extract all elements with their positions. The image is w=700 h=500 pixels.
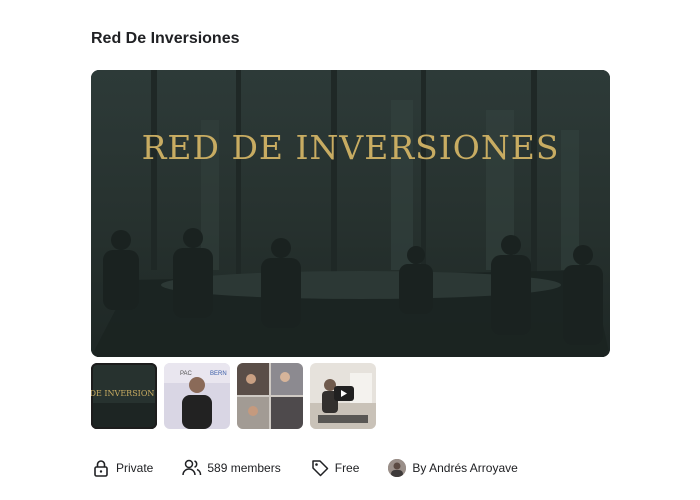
group-meta: Private 589 members Free By Andrés Arroy…: [91, 458, 518, 478]
tag-icon: [310, 458, 330, 478]
avatar: [388, 459, 407, 477]
thumbnail-banner[interactable]: DE INVERSION: [91, 363, 157, 429]
svg-text:PAC: PAC: [180, 371, 193, 377]
hero-background: [91, 70, 610, 357]
thumbnail-video[interactable]: [310, 363, 376, 429]
lock-icon: [91, 458, 111, 478]
hero-image[interactable]: RED DE INVERSIONES: [91, 70, 610, 357]
thumbnail-collage[interactable]: [237, 363, 303, 429]
price-info: Free: [310, 458, 360, 478]
members-count: 589 members: [207, 461, 281, 475]
privacy-info: Private: [91, 458, 153, 478]
hero-title: RED DE INVERSIONES: [141, 128, 560, 167]
svg-text:BERN: BERN: [210, 371, 227, 377]
privacy-label: Private: [116, 461, 154, 475]
price-label: Free: [334, 461, 360, 475]
group-title: Red De Inversiones: [91, 30, 240, 47]
members-info: 589 members: [182, 458, 281, 478]
thumbnail-strip: DE INVERSION PAC BERN: [91, 363, 376, 429]
author-name: By Andrés Arroyave: [412, 461, 518, 475]
users-icon: [182, 458, 202, 478]
thumbnail-speaker[interactable]: PAC BERN: [164, 363, 230, 429]
thumbnail-caption: DE INVERSION: [91, 389, 155, 398]
author-info[interactable]: By Andrés Arroyave: [388, 459, 518, 477]
